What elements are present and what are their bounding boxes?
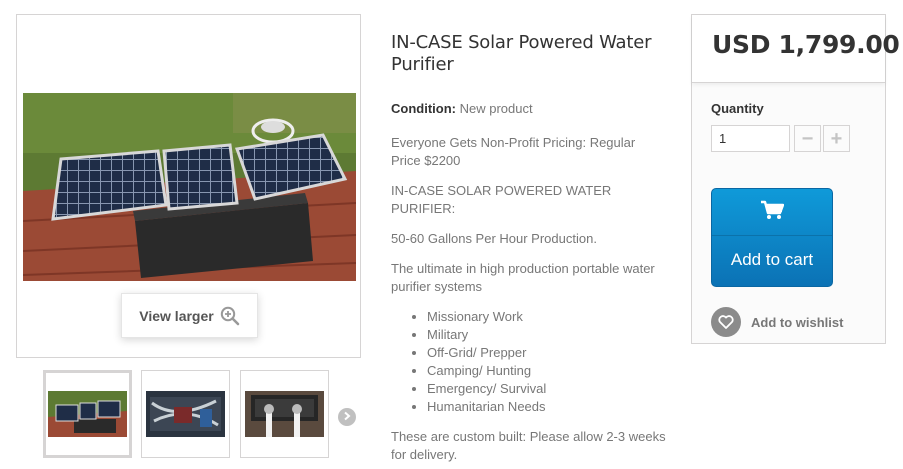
product-description: Everyone Gets Non-Profit Pricing: Regula…	[391, 134, 666, 464]
thumbnail-2[interactable]	[141, 370, 230, 458]
add-to-wishlist-link[interactable]: Add to wishlist	[711, 307, 843, 337]
pricing-note: Everyone Gets Non-Profit Pricing: Regula…	[391, 135, 636, 168]
solar-purifier-thumb	[48, 391, 127, 437]
list-item: Military	[427, 326, 666, 344]
list-item: Camping/ Hunting	[427, 362, 666, 380]
zoom-in-icon	[220, 306, 240, 326]
wishlist-label: Add to wishlist	[751, 314, 844, 330]
buy-box: USD 1,799.00 Quantity − + Add to cart	[691, 14, 900, 344]
quantity-label: Quantity	[711, 101, 764, 116]
product-title: IN-CASE Solar Powered Water Purifier	[391, 32, 652, 75]
add-to-cart-label: Add to cart	[730, 250, 814, 269]
heart-icon	[711, 307, 741, 337]
list-item: Humanitarian Needs	[427, 398, 666, 416]
condition-value: New product	[459, 101, 533, 116]
delivery-note: These are custom built: Please allow 2-3…	[391, 429, 666, 462]
purifier-hoses-thumb	[245, 391, 324, 437]
chevron-right-icon	[342, 408, 352, 426]
description-heading: IN-CASE SOLAR POWERED WATER PURIFIER:	[391, 183, 612, 216]
view-larger-label: View larger	[139, 307, 214, 324]
price-area: USD 1,799.00	[692, 15, 900, 83]
cart-icon-area	[712, 189, 832, 236]
uses-list: Missionary Work Military Off-Grid/ Prepp…	[427, 308, 666, 416]
product-photo[interactable]	[23, 93, 356, 281]
view-larger-button[interactable]: View larger	[121, 293, 258, 338]
quantity-input[interactable]	[711, 125, 790, 152]
list-item: Emergency/ Survival	[427, 380, 666, 398]
production-rate: 50-60 Gallons Per Hour Production.	[391, 231, 597, 246]
purifier-internals-thumb	[146, 391, 225, 437]
quantity-increase-button[interactable]: +	[823, 125, 850, 152]
condition-label: Condition:	[391, 101, 456, 116]
list-item: Missionary Work	[427, 308, 666, 326]
plus-icon: +	[830, 127, 843, 150]
add-to-cart-button[interactable]: Add to cart	[711, 188, 833, 287]
main-image-frame: View larger	[16, 14, 361, 358]
quantity-decrease-button[interactable]: −	[794, 125, 821, 152]
product-info: IN-CASE Solar Powered Water Purifier Con…	[391, 32, 666, 464]
minus-icon: −	[801, 127, 814, 150]
product-price: USD 1,799.00	[712, 30, 900, 59]
condition-row: Condition: New product	[391, 100, 666, 118]
list-item: Off-Grid/ Prepper	[427, 344, 666, 362]
thumbnail-next-button[interactable]	[338, 408, 356, 426]
shopping-cart-icon	[760, 200, 785, 225]
description-summary: The ultimate in high production portable…	[391, 261, 655, 294]
thumbnail-1[interactable]	[43, 370, 132, 458]
thumbnail-3[interactable]	[240, 370, 329, 458]
